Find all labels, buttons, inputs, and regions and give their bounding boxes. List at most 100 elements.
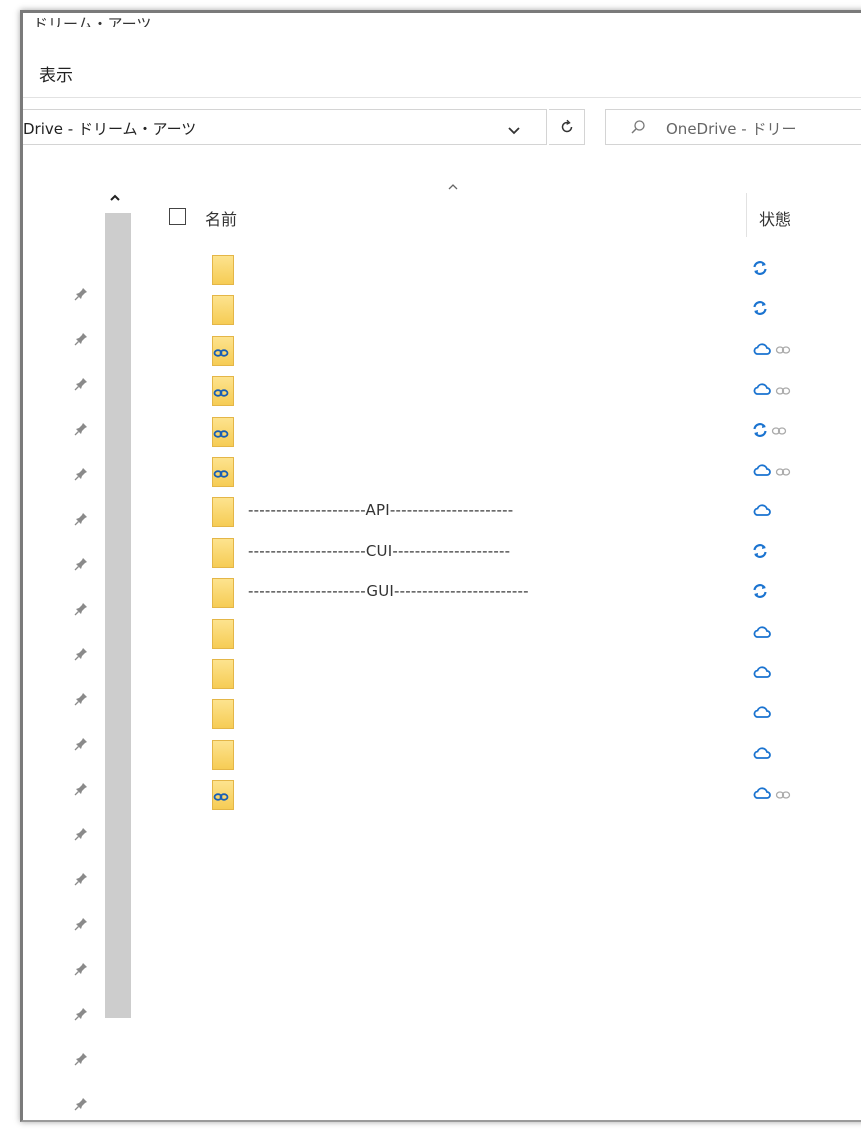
status-cell bbox=[752, 703, 772, 725]
sync-icon bbox=[752, 260, 768, 280]
folder-icon bbox=[212, 578, 234, 609]
pin-icon[interactable] bbox=[73, 1006, 89, 1022]
select-all-checkbox[interactable] bbox=[169, 208, 186, 225]
pin-icon[interactable] bbox=[73, 691, 89, 707]
pin-icon[interactable] bbox=[73, 511, 89, 527]
file-row[interactable] bbox=[135, 695, 861, 735]
file-row[interactable]: ---------------------API----------------… bbox=[135, 493, 861, 533]
shared-link-icon bbox=[213, 384, 229, 403]
sync-icon bbox=[752, 422, 768, 442]
file-row[interactable] bbox=[135, 332, 861, 372]
file-name: ---------------------API----------------… bbox=[248, 501, 514, 520]
ribbon-divider bbox=[23, 97, 861, 98]
status-cell bbox=[752, 380, 791, 402]
status-cell bbox=[752, 784, 791, 806]
shared-folder-icon bbox=[212, 376, 234, 407]
address-path: Drive - ドリーム・アーツ bbox=[23, 120, 197, 138]
menu-view[interactable]: 表示 bbox=[39, 61, 73, 86]
status-cell bbox=[752, 744, 772, 766]
column-header-name[interactable]: 名前 bbox=[205, 206, 237, 230]
status-cell bbox=[752, 663, 772, 685]
shared-folder-icon bbox=[212, 457, 234, 487]
sync-icon bbox=[752, 543, 768, 563]
file-row[interactable] bbox=[135, 736, 861, 776]
file-row[interactable] bbox=[135, 776, 861, 816]
file-row[interactable] bbox=[135, 413, 861, 453]
folder-icon bbox=[212, 659, 234, 689]
cloud-icon bbox=[752, 624, 772, 644]
file-row[interactable] bbox=[135, 291, 861, 331]
folder-icon bbox=[212, 295, 234, 326]
cloud-icon bbox=[752, 381, 772, 401]
cloud-icon bbox=[752, 785, 772, 805]
cloud-icon bbox=[752, 502, 772, 522]
pin-icon[interactable] bbox=[73, 286, 89, 302]
cloud-icon bbox=[752, 341, 772, 361]
status-cell bbox=[752, 259, 768, 281]
pin-icon[interactable] bbox=[73, 916, 89, 932]
status-cell bbox=[752, 421, 787, 443]
shared-folder-icon bbox=[212, 335, 234, 366]
file-row[interactable] bbox=[135, 615, 861, 655]
file-row[interactable]: ---------------------GUI----------------… bbox=[135, 574, 861, 614]
pin-icon[interactable] bbox=[73, 826, 89, 842]
column-header-status[interactable]: 状態 bbox=[759, 206, 791, 230]
pin-icon[interactable] bbox=[73, 961, 89, 977]
search-icon bbox=[631, 120, 645, 134]
folder-icon bbox=[212, 497, 234, 528]
pin-icon[interactable] bbox=[73, 736, 89, 752]
status-cell bbox=[752, 623, 772, 645]
status-cell bbox=[752, 461, 791, 483]
scroll-up-button[interactable] bbox=[106, 189, 124, 207]
navigation-pane bbox=[23, 181, 135, 1120]
shared-folder-icon bbox=[212, 416, 234, 447]
column-divider[interactable] bbox=[746, 193, 747, 237]
file-row[interactable] bbox=[135, 453, 861, 493]
sync-icon bbox=[752, 300, 768, 320]
sort-ascending-icon bbox=[448, 184, 458, 190]
status-cell bbox=[752, 501, 772, 523]
folder-icon bbox=[212, 537, 234, 568]
address-dropdown-button[interactable] bbox=[494, 117, 534, 143]
refresh-button[interactable] bbox=[549, 109, 585, 145]
shared-link-icon bbox=[213, 425, 229, 444]
pin-icon[interactable] bbox=[73, 1096, 89, 1112]
pin-icon[interactable] bbox=[73, 601, 89, 617]
shared-link-icon bbox=[213, 788, 229, 807]
file-name: ---------------------CUI----------------… bbox=[248, 541, 511, 560]
shared-link-status-icon bbox=[771, 422, 787, 441]
pin-icon[interactable] bbox=[73, 421, 89, 437]
shared-link-status-icon bbox=[775, 786, 791, 805]
search-input[interactable]: OneDrive - ドリー bbox=[605, 109, 861, 145]
pin-icon[interactable] bbox=[73, 871, 89, 887]
file-row[interactable] bbox=[135, 372, 861, 412]
search-placeholder: OneDrive - ドリー bbox=[666, 120, 797, 138]
folder-icon bbox=[212, 618, 234, 649]
chevron-up-icon bbox=[110, 194, 120, 201]
pin-icon[interactable] bbox=[73, 331, 89, 347]
file-name: ---------------------GUI----------------… bbox=[248, 582, 529, 601]
address-bar[interactable]: Drive - ドリーム・アーツ bbox=[23, 109, 547, 145]
cloud-icon bbox=[752, 664, 772, 684]
pin-icon[interactable] bbox=[73, 781, 89, 797]
pin-icon[interactable] bbox=[73, 556, 89, 572]
folder-icon bbox=[212, 699, 234, 730]
shared-folder-icon bbox=[212, 780, 234, 811]
pin-icon[interactable] bbox=[73, 646, 89, 662]
pin-icon[interactable] bbox=[73, 1051, 89, 1067]
sync-icon bbox=[752, 583, 768, 603]
pin-icon[interactable] bbox=[73, 466, 89, 482]
shared-link-icon bbox=[213, 465, 229, 484]
pin-icon[interactable] bbox=[73, 376, 89, 392]
chevron-down-icon bbox=[508, 127, 520, 135]
status-cell bbox=[752, 542, 768, 564]
column-header-row: 名前 状態 bbox=[135, 181, 861, 241]
folder-icon bbox=[212, 739, 234, 770]
cloud-icon bbox=[752, 745, 772, 765]
file-row[interactable] bbox=[135, 655, 861, 695]
scrollbar-thumb[interactable] bbox=[105, 213, 131, 1018]
explorer-window: ドリーム・アーツ 表示 Drive - ドリーム・アーツ OneDrive - … bbox=[20, 10, 861, 1122]
file-row[interactable]: ---------------------CUI----------------… bbox=[135, 534, 861, 574]
file-row[interactable] bbox=[135, 251, 861, 291]
folder-icon bbox=[212, 255, 234, 285]
